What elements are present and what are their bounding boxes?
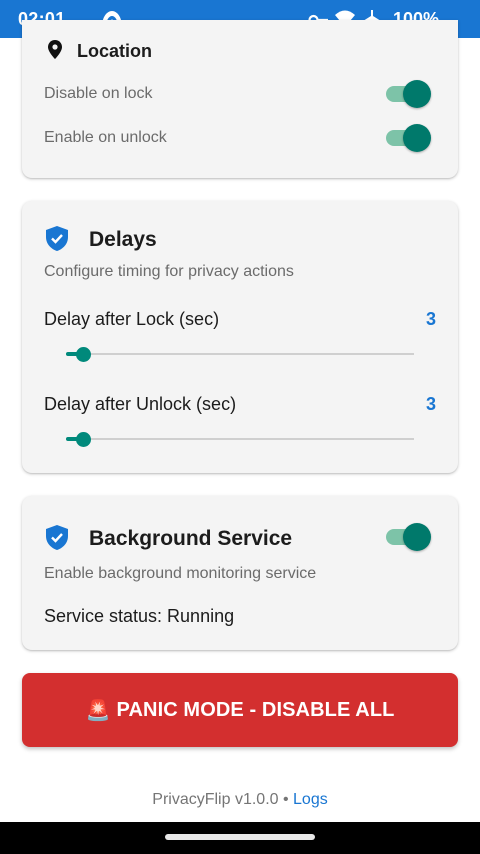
delay-unlock-value: 3 xyxy=(425,394,436,414)
background-service-card: Background Service Enable background mon… xyxy=(22,496,458,650)
delays-subtitle: Configure timing for privacy actions xyxy=(44,263,294,280)
service-status-text: Service status: Running xyxy=(44,606,235,626)
background-service-title: Background Service xyxy=(89,527,293,550)
delays-card: Delays Configure timing for privacy acti… xyxy=(22,201,458,473)
location-pin-icon xyxy=(48,40,62,64)
disable-on-lock-label: Disable on lock xyxy=(44,85,153,102)
disable-on-lock-toggle[interactable] xyxy=(384,79,434,109)
toggle-thumb xyxy=(403,523,431,551)
delay-lock-value: 3 xyxy=(425,309,436,329)
location-title: Location xyxy=(77,41,152,61)
shield-check-icon xyxy=(46,525,68,555)
slider-rail xyxy=(66,438,414,440)
toggle-thumb xyxy=(403,80,431,108)
background-service-toggle[interactable] xyxy=(384,522,434,552)
enable-on-unlock-label: Enable on unlock xyxy=(44,129,167,146)
delay-lock-label: Delay after Lock (sec) xyxy=(44,309,220,329)
slider-thumb[interactable] xyxy=(76,347,91,362)
delay-unlock-label: Delay after Unlock (sec) xyxy=(44,394,237,414)
delays-title: Delays xyxy=(89,228,157,251)
panic-mode-label: PANIC MODE - DISABLE ALL xyxy=(116,698,395,721)
toggle-thumb xyxy=(403,124,431,152)
app-footer: PrivacyFlip v1.0.0 • Logs xyxy=(0,791,480,809)
slider-thumb[interactable] xyxy=(76,432,91,447)
navigation-bar xyxy=(0,822,480,854)
logs-link[interactable]: Logs xyxy=(293,791,328,808)
delay-lock-slider[interactable] xyxy=(66,344,414,364)
panic-mode-button[interactable]: 🚨 PANIC MODE - DISABLE ALL xyxy=(22,673,458,747)
slider-rail xyxy=(66,353,414,355)
app-version: PrivacyFlip v1.0.0 • xyxy=(152,791,289,808)
siren-icon: 🚨 xyxy=(85,699,111,722)
home-gesture-handle[interactable] xyxy=(165,834,315,840)
location-card: Location Disable on lock Enable on unloc… xyxy=(22,20,458,178)
shield-check-icon xyxy=(46,226,68,256)
enable-on-unlock-toggle[interactable] xyxy=(384,123,434,153)
delay-unlock-slider[interactable] xyxy=(66,429,414,449)
background-service-subtitle: Enable background monitoring service xyxy=(44,565,317,582)
